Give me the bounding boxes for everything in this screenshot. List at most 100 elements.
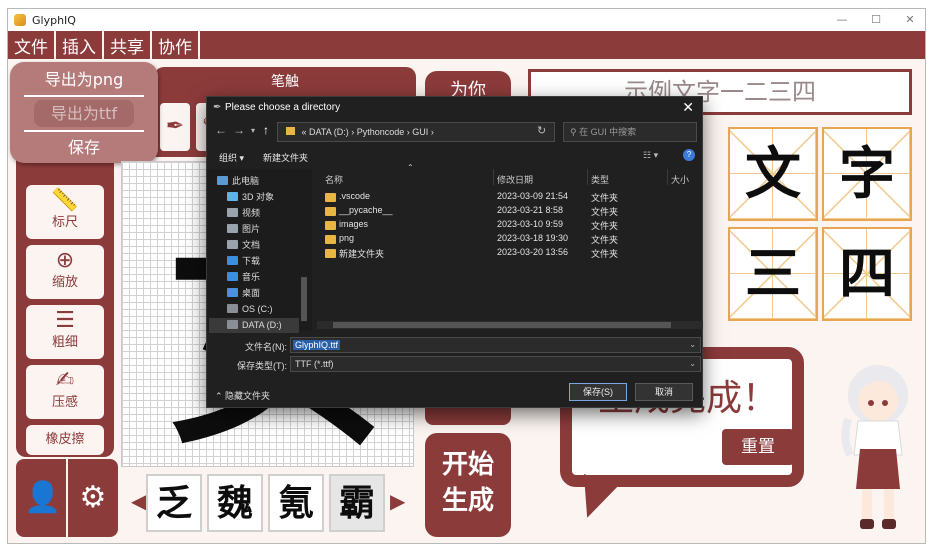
history-dropdown-icon[interactable]: ▾ xyxy=(251,126,255,135)
breadcrumb-folder[interactable]: Pythoncode xyxy=(357,127,405,137)
file-row[interactable]: images 2023-03-10 9:59 文件夹 xyxy=(315,219,695,233)
candidate-glyph[interactable]: 乏 xyxy=(146,474,202,532)
chevron-down-icon[interactable]: ⌄ xyxy=(689,338,696,352)
column-header-name[interactable]: 名称 xyxy=(325,173,343,186)
video-icon xyxy=(227,208,238,217)
new-folder-button[interactable]: 新建文件夹 xyxy=(263,151,308,164)
menu-file[interactable]: 文件 xyxy=(8,31,56,59)
file-type: 文件夹 xyxy=(591,207,619,217)
column-header-size[interactable]: 大小 xyxy=(671,173,689,186)
user-icon[interactable]: 👤 xyxy=(22,469,64,527)
dialog-nav-bar: ← → ▾ ↑ « DATA (D:) › Pythoncode › GUI ›… xyxy=(207,119,704,145)
filename-field[interactable]: GlyphIQ.ttf ⌄ xyxy=(290,337,701,353)
cube-icon xyxy=(227,192,238,201)
close-window-button[interactable]: ✕ xyxy=(893,9,925,31)
pressure-icon: ✍ xyxy=(55,368,75,393)
refresh-icon[interactable]: ↻ xyxy=(537,124,546,137)
view-options-icon[interactable]: ☷ ▾ xyxy=(643,150,658,161)
drive-icon xyxy=(227,320,238,329)
breadcrumb-drive[interactable]: DATA (D:) xyxy=(309,127,349,137)
gear-icon[interactable]: ⚙ xyxy=(72,469,114,527)
chevron-right-icon[interactable]: ▶ xyxy=(390,489,405,513)
menu-collaborate[interactable]: 协作 xyxy=(152,31,200,59)
menu-divider xyxy=(24,95,144,97)
search-input[interactable]: ⚲ 在 GUI 中搜索 xyxy=(563,122,697,142)
file-name: png xyxy=(339,233,355,243)
sidebar-item-desktop[interactable]: 桌面 xyxy=(227,285,260,300)
file-row[interactable]: .vscode 2023-03-09 21:54 文件夹 xyxy=(315,191,695,205)
filetype-select[interactable]: TTF (*.ttf) ⌄ xyxy=(290,356,701,372)
eraser-tool-button[interactable]: ⌫ 橡皮擦 xyxy=(26,425,104,455)
sidebar-item-videos[interactable]: 视频 xyxy=(227,205,260,220)
document-icon xyxy=(227,240,238,249)
address-bar[interactable]: « DATA (D:) › Pythoncode › GUI › xyxy=(277,122,555,142)
sidebar-item-pictures[interactable]: 图片 xyxy=(227,221,260,236)
candidate-glyph[interactable]: 氪 xyxy=(268,474,324,532)
file-modified: 2023-03-09 21:54 xyxy=(497,191,569,201)
app-icon xyxy=(14,14,26,26)
zoom-tool-button[interactable]: ⊕ 缩放 xyxy=(26,245,104,299)
help-icon[interactable]: ? xyxy=(683,149,695,161)
drive-icon xyxy=(227,304,238,313)
candidate-glyph-selected[interactable]: 霸 xyxy=(329,474,385,532)
desktop-icon xyxy=(227,288,238,297)
minimize-button[interactable]: — xyxy=(825,9,859,31)
sidebar-item-c-drive[interactable]: OS (C:) xyxy=(227,301,273,316)
back-arrow-icon[interactable]: ← xyxy=(215,123,227,137)
ruler-tool-button[interactable]: 📏 标尺 xyxy=(26,185,104,239)
save-item[interactable]: 保存 xyxy=(18,134,150,161)
candidate-glyph[interactable]: 魏 xyxy=(207,474,263,532)
hide-folders-toggle[interactable]: ⌃ 隐藏文件夹 xyxy=(215,389,270,402)
close-icon[interactable]: ✕ xyxy=(682,99,694,116)
sidebar-item-downloads[interactable]: 下载 xyxy=(227,253,260,268)
sidebar-item-documents[interactable]: 文档 xyxy=(227,237,260,252)
file-row[interactable]: 新建文件夹 2023-03-20 13:56 文件夹 xyxy=(315,247,695,261)
maximize-button[interactable]: ☐ xyxy=(859,9,893,31)
window-title: GlyphIQ xyxy=(32,13,76,27)
picture-icon xyxy=(227,224,238,233)
brush-pen-button[interactable]: ✒ xyxy=(160,103,190,151)
column-divider xyxy=(667,169,668,185)
sidebar-item-3d[interactable]: 3D 对象 xyxy=(227,189,274,204)
sidebar-item-this-pc[interactable]: 此电脑 xyxy=(217,173,259,188)
export-ttf-item[interactable]: 导出为ttf xyxy=(34,100,134,127)
sidebar-item-d-drive[interactable]: DATA (D:) xyxy=(227,317,282,332)
horizontal-scrollbar[interactable] xyxy=(317,321,703,329)
file-row[interactable]: __pycache__ 2023-03-21 8:58 文件夹 xyxy=(315,205,695,219)
chevron-left-icon[interactable]: ◀ xyxy=(131,489,146,513)
generate-label-line2: 生成 xyxy=(441,486,494,516)
menu-insert[interactable]: 插入 xyxy=(56,31,104,59)
generate-button[interactable]: 开始 生成 xyxy=(425,433,511,537)
column-header-modified[interactable]: 修改日期 xyxy=(497,173,533,186)
filename-label: 文件名(N): xyxy=(245,342,287,352)
breadcrumb-chevron: › xyxy=(430,127,434,137)
search-icon: ⚲ xyxy=(570,127,580,137)
forward-arrow-icon[interactable]: → xyxy=(233,123,245,137)
up-arrow-icon[interactable]: ↑ xyxy=(263,123,269,137)
file-row[interactable]: png 2023-03-18 19:30 文件夹 xyxy=(315,233,695,247)
sidebar-scrollbar[interactable] xyxy=(301,277,307,321)
thickness-tool-button[interactable]: ☰ 粗细 xyxy=(26,305,104,359)
export-png-item[interactable]: 导出为png xyxy=(18,66,150,93)
zoom-icon: ⊕ xyxy=(55,248,75,273)
file-type: 文件夹 xyxy=(591,235,619,245)
column-divider xyxy=(493,169,494,185)
search-placeholder: 在 GUI 中搜索 xyxy=(579,127,637,137)
dialog-cancel-button[interactable]: 取消 xyxy=(635,383,693,401)
breadcrumb-current[interactable]: GUI xyxy=(412,127,428,137)
organize-button[interactable]: 组织 ▾ xyxy=(219,151,244,164)
file-name: images xyxy=(339,219,369,229)
sidebar-item-label: 图片 xyxy=(242,224,261,234)
reset-button[interactable]: 重置 xyxy=(722,429,794,465)
column-header-type[interactable]: 类型 xyxy=(591,173,609,186)
filetype-label: 保存类型(T): xyxy=(237,361,287,371)
pressure-tool-button[interactable]: ✍ 压感 xyxy=(26,365,104,419)
scrollbar-thumb[interactable] xyxy=(333,322,671,328)
dialog-save-button[interactable]: 保存(S) xyxy=(569,383,627,401)
dialog-sidebar: 此电脑 3D 对象 视频 图片 文档 下载 音乐 桌面 OS (C:) DATA… xyxy=(207,169,312,333)
folder-icon xyxy=(325,207,336,216)
menu-share[interactable]: 共享 xyxy=(104,31,152,59)
file-type: 文件夹 xyxy=(591,221,619,231)
sidebar-item-music[interactable]: 音乐 xyxy=(227,269,260,284)
bottom-button-group: 👤 ⚙ xyxy=(16,459,118,537)
